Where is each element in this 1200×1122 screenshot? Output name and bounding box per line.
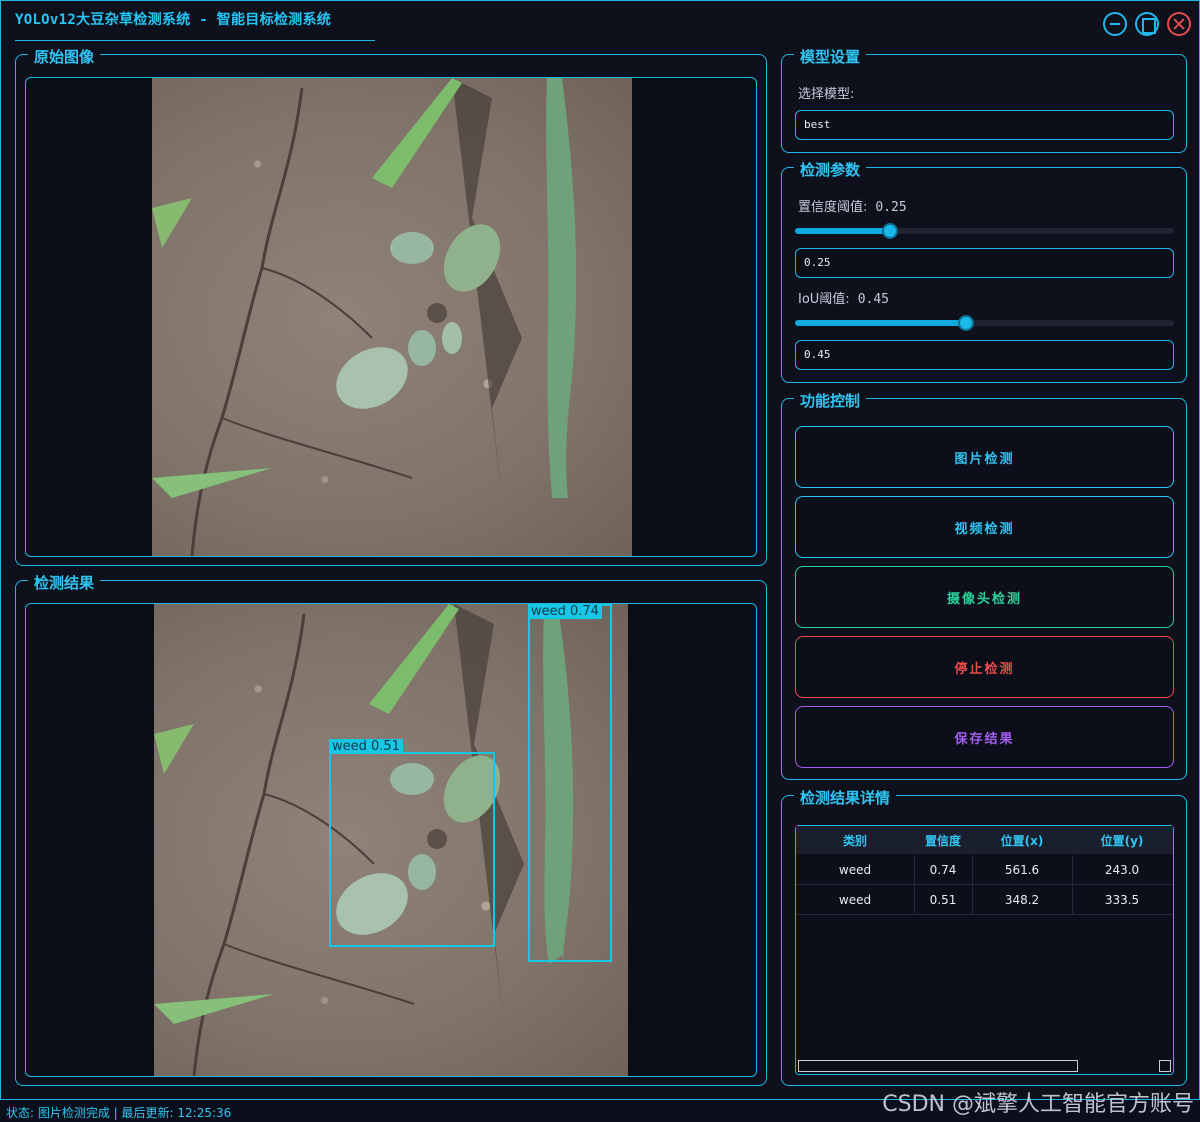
detection-result-group: 检测结果 weed 0.74 weed 0.51 — [15, 572, 767, 1086]
video-detect-button[interactable]: 视频检测 — [795, 496, 1174, 558]
column-header-confidence[interactable]: 置信度 — [914, 832, 972, 849]
result-image: weed 0.74 weed 0.51 — [154, 604, 628, 1076]
watermark: CSDN @斌擎人工智能官方账号 — [882, 1092, 1194, 1117]
confidence-input[interactable]: 0.25 — [795, 248, 1174, 278]
detection-result-title: 检测结果 — [28, 572, 101, 593]
close-icon[interactable] — [1167, 12, 1191, 36]
table-cell: weed — [838, 893, 872, 907]
iou-slider-handle[interactable] — [957, 315, 974, 331]
column-header-x[interactable]: 位置(x) — [972, 832, 1072, 849]
scrollbar-corner — [1159, 1060, 1171, 1072]
status-text: 状态: 图片检测完成 | 最后更新: 12:25:36 — [6, 1106, 232, 1120]
model-settings-title: 模型设置 — [794, 46, 867, 67]
horizontal-scrollbar[interactable] — [798, 1060, 1078, 1072]
result-image-frame: weed 0.74 weed 0.51 — [25, 603, 757, 1077]
confidence-slider-handle[interactable] — [881, 223, 898, 239]
table-cell: 243.0 — [1104, 863, 1140, 877]
table-row[interactable]: weed 0.51 348.2 333.5 — [796, 885, 1173, 915]
detection-params-group: 检测参数 置信度阈值: 0.25 0.25 IoU阈值: 0.45 0.45 — [781, 159, 1187, 383]
function-control-group: 功能控制 图片检测 视频检测 摄像头检测 停止检测 保存结果 — [781, 390, 1187, 780]
detection-label-weed-1: weed 0.74 — [528, 604, 602, 619]
table-row[interactable]: weed 0.74 561.6 243.0 — [796, 855, 1173, 885]
save-result-button[interactable]: 保存结果 — [795, 706, 1174, 768]
table-cell: 0.74 — [929, 863, 957, 877]
iou-threshold-text: IoU阈值: — [798, 292, 850, 307]
model-select-label: 选择模型: — [798, 87, 855, 102]
detection-params-title: 检测参数 — [794, 159, 867, 180]
minimize-icon[interactable] — [1103, 12, 1127, 36]
iou-threshold-label: IoU阈值: 0.45 — [798, 288, 889, 307]
confidence-threshold-label: 置信度阈值: 0.25 — [798, 196, 907, 215]
function-control-title: 功能控制 — [794, 390, 867, 411]
stop-detect-button[interactable]: 停止检测 — [795, 636, 1174, 698]
model-settings-group: 模型设置 选择模型: best — [781, 46, 1187, 153]
table-cell: 348.2 — [1004, 893, 1040, 907]
title-bar: YOLOv12大豆杂草检测系统 - 智能目标检测系统 — [1, 1, 1199, 43]
detection-box-weed-1 — [528, 604, 612, 962]
confidence-threshold-value: 0.25 — [875, 200, 907, 215]
results-table-header: 类别 置信度 位置(x) 位置(y) — [796, 826, 1173, 854]
app-window: YOLOv12大豆杂草检测系统 - 智能目标检测系统 原始图像 检测结果 wee… — [0, 0, 1200, 1100]
original-image-group: 原始图像 — [15, 46, 767, 566]
confidence-slider[interactable] — [795, 223, 1174, 239]
iou-slider[interactable] — [795, 315, 1174, 331]
column-header-y[interactable]: 位置(y) — [1072, 832, 1172, 849]
window-title: YOLOv12大豆杂草检测系统 - 智能目标检测系统 — [15, 12, 332, 28]
camera-detect-button[interactable]: 摄像头检测 — [795, 566, 1174, 628]
table-cell: 333.5 — [1104, 893, 1140, 907]
iou-input[interactable]: 0.45 — [795, 340, 1174, 370]
confidence-threshold-text: 置信度阈值: — [798, 200, 868, 215]
image-detect-button[interactable]: 图片检测 — [795, 426, 1174, 488]
table-cell: 0.51 — [929, 893, 957, 907]
original-image — [152, 78, 632, 556]
results-table: 类别 置信度 位置(x) 位置(y) weed 0.74 561.6 243.0… — [795, 825, 1174, 1075]
original-image-title: 原始图像 — [28, 46, 101, 67]
detection-details-title: 检测结果详情 — [794, 787, 897, 808]
table-cell: 561.6 — [1004, 863, 1040, 877]
column-header-class[interactable]: 类别 — [796, 832, 914, 849]
detection-label-weed-2: weed 0.51 — [329, 739, 403, 754]
original-image-frame — [25, 77, 757, 557]
detection-details-group: 检测结果详情 类别 置信度 位置(x) 位置(y) weed 0.74 561.… — [781, 787, 1187, 1086]
table-cell: weed — [838, 863, 872, 877]
maximize-icon[interactable] — [1135, 12, 1159, 36]
model-select[interactable]: best — [795, 110, 1174, 140]
iou-threshold-value: 0.45 — [857, 292, 889, 307]
detection-box-weed-2 — [329, 752, 495, 947]
